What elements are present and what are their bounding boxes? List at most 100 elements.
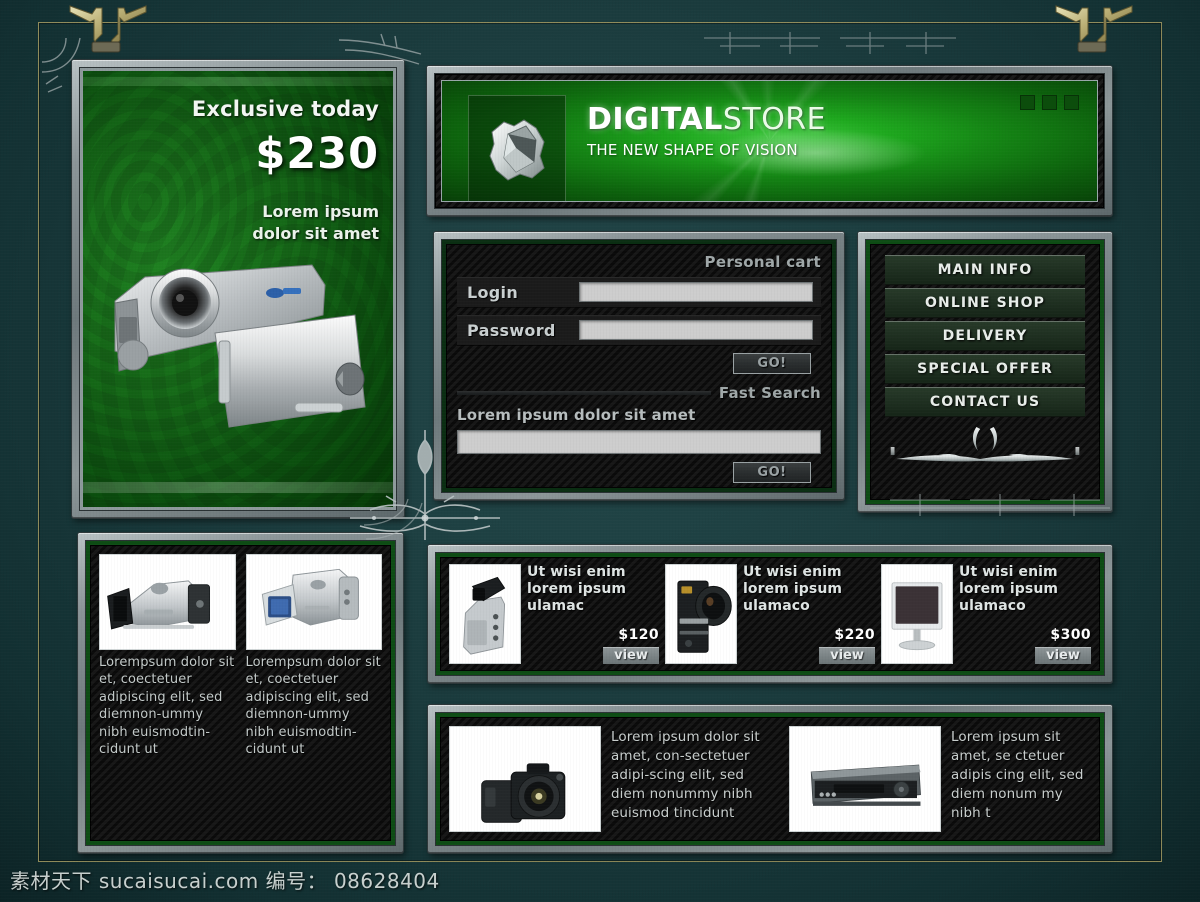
filigree-ornament-top-right-icon [700, 24, 960, 70]
desc-frame: Lorem ipsum dolor sit amet, con-sectetue… [436, 713, 1104, 845]
camcorder-open-lcd-icon [99, 554, 236, 650]
product-price: $300 [1050, 627, 1091, 643]
product-info: Ut wisi enim lorem ipsum ulamac $120 vie… [527, 564, 659, 664]
sidebar-item-main-info[interactable]: MAIN INFO [885, 255, 1085, 285]
header-square-3 [1064, 95, 1079, 110]
promo-price: $230 [255, 129, 379, 179]
description-text: Lorem ipsum sit amet, se ctetuer adipis … [951, 729, 1084, 821]
promo-text-block: Exclusive today $230 Lorem ipsum dolor s… [192, 97, 379, 244]
header-inner: DIGITALSTORE THE NEW SHAPE OF VISION [434, 73, 1105, 209]
menu-list: MAIN INFO ONLINE SHOP DELIVERY SPECIAL O… [885, 255, 1085, 417]
promo-title: Exclusive today [191, 97, 379, 121]
login-row: Login [457, 277, 821, 307]
password-row: Password [457, 315, 821, 345]
camcorder-silver-icon [97, 255, 393, 445]
login-go-row: GO! [457, 353, 821, 374]
ornamental-clamp-right-icon [1048, 0, 1138, 56]
camcorder-blue-lcd-icon [245, 554, 382, 650]
search-go-row: GO! [457, 462, 821, 483]
product-title: Ut wisi enim lorem ipsum ulamaco [959, 564, 1059, 615]
header-hatch-frame: DIGITALSTORE THE NEW SHAPE OF VISION [435, 74, 1104, 208]
product-info: Ut wisi enim lorem ipsum ulamaco $220 vi… [743, 564, 875, 664]
sidebar-item-delivery[interactable]: DELIVERY [885, 321, 1085, 351]
twocol-frame: Lorempsum dolor sit et, coectetuer adipi… [86, 541, 395, 845]
promo-subtitle-line2: dolor sit amet [252, 223, 379, 243]
video-camera-black-icon [665, 564, 737, 664]
silver-filigree-ornament-icon [885, 421, 1085, 473]
lcd-monitor-icon [881, 564, 953, 664]
personal-cart-panel: Personal cart Login Password GO! Fast Se… [434, 232, 844, 500]
fast-search-input[interactable] [457, 430, 821, 454]
description-panel: Lorem ipsum dolor sit amet, con-sectetue… [428, 705, 1112, 853]
promo-subtitle: Lorem ipsum dolor sit amet [192, 201, 379, 244]
header-square-1 [1020, 95, 1035, 110]
product-card[interactable]: Ut wisi enim lorem ipsum ulamaco $300 vi… [881, 564, 1091, 664]
site-header-banner: DIGITALSTORE THE NEW SHAPE OF VISION [427, 66, 1112, 216]
menu-body: MAIN INFO ONLINE SHOP DELIVERY SPECIAL O… [870, 244, 1100, 500]
product-title: Ut wisi enim lorem ipsum ulamaco [743, 564, 843, 615]
vcr-deck-icon [789, 726, 941, 832]
product-view-button[interactable]: view [1035, 647, 1091, 664]
product-card[interactable]: Ut wisi enim lorem ipsum ulamac $120 vie… [449, 564, 659, 664]
login-label: Login [467, 282, 519, 302]
search-go-button[interactable]: GO! [733, 462, 811, 483]
page-root: Exclusive today $230 Lorem ipsum dolor s… [0, 0, 1200, 902]
personal-cart-heading: Personal cart [704, 253, 821, 271]
header-title-block: DIGITALSTORE THE NEW SHAPE OF VISION [587, 105, 826, 160]
promo-panel[interactable]: Exclusive today $230 Lorem ipsum dolor s… [72, 60, 404, 518]
login-go-button[interactable]: GO! [733, 353, 811, 374]
list-item[interactable]: Lorempsum dolor sit et, coectetuer adipi… [99, 554, 236, 832]
products-frame: Ut wisi enim lorem ipsum ulamac $120 vie… [436, 553, 1104, 675]
login-input[interactable] [579, 282, 813, 302]
cart-frame: Personal cart Login Password GO! Fast Se… [442, 240, 836, 492]
promo-top-stripe [83, 77, 393, 86]
promo-frame: Exclusive today $230 Lorem ipsum dolor s… [80, 68, 396, 510]
list-item-description: Lorempsum dolor sit et, coectetuer adipi… [245, 655, 381, 758]
password-label: Password [467, 320, 556, 340]
cart-inner: Personal cart Login Password GO! Fast Se… [441, 239, 837, 493]
fast-search-divider-row: Fast Search [457, 384, 821, 402]
list-item-description: Lorempsum dolor sit et, coectetuer adipi… [99, 655, 235, 758]
sidebar-item-special-offer[interactable]: SPECIAL OFFER [885, 354, 1085, 384]
twocol-body: Lorempsum dolor sit et, coectetuer adipi… [90, 545, 391, 841]
menu-inner: MAIN INFO ONLINE SHOP DELIVERY SPECIAL O… [865, 239, 1105, 505]
sidebar-item-contact-us[interactable]: CONTACT US [885, 387, 1085, 417]
products-inner: Ut wisi enim lorem ipsum ulamac $120 vie… [435, 552, 1105, 676]
product-view-button[interactable]: view [603, 647, 659, 664]
dslr-camera-icon [449, 726, 601, 832]
promo-body: Exclusive today $230 Lorem ipsum dolor s… [83, 71, 393, 507]
twocol-inner: Lorempsum dolor sit et, coectetuer adipi… [85, 540, 396, 846]
products-body: Ut wisi enim lorem ipsum ulamac $120 vie… [440, 557, 1100, 671]
promo-bottom-stripe [83, 482, 393, 493]
brand-primary: DIGITAL [587, 102, 723, 137]
menu-frame: MAIN INFO ONLINE SHOP DELIVERY SPECIAL O… [866, 240, 1104, 504]
brand-title: DIGITALSTORE [587, 105, 826, 135]
header-square-2 [1042, 95, 1057, 110]
desc-body: Lorem ipsum dolor sit amet, con-sectetue… [440, 717, 1100, 841]
fast-search-heading: Fast Search [718, 384, 821, 402]
brand-tagline: THE NEW SHAPE OF VISION [587, 141, 798, 159]
desc-inner: Lorem ipsum dolor sit amet, con-sectetue… [435, 712, 1105, 846]
product-strip-panel: Ut wisi enim lorem ipsum ulamac $120 vie… [428, 545, 1112, 683]
logo-container[interactable] [468, 95, 566, 201]
header-green-field: DIGITALSTORE THE NEW SHAPE OF VISION [441, 80, 1098, 202]
watermark-text: 素材天下 sucaisucai.com 编号： 08628404 [10, 869, 440, 893]
product-price: $120 [618, 627, 659, 643]
main-navigation-panel: MAIN INFO ONLINE SHOP DELIVERY SPECIAL O… [858, 232, 1112, 512]
header-decor-squares [1020, 95, 1079, 110]
fast-search-hint: Lorem ipsum dolor sit amet [457, 406, 696, 424]
featured-items-panel: Lorempsum dolor sit et, coectetuer adipi… [78, 533, 403, 853]
product-info: Ut wisi enim lorem ipsum ulamaco $300 vi… [959, 564, 1091, 664]
product-price: $220 [834, 627, 875, 643]
list-item[interactable]: Lorempsum dolor sit et, coectetuer adipi… [245, 554, 382, 832]
product-card[interactable]: Ut wisi enim lorem ipsum ulamaco $220 vi… [665, 564, 875, 664]
ornamental-clamp-left-icon [62, 0, 152, 56]
password-input[interactable] [579, 320, 813, 340]
description-text: Lorem ipsum dolor sit amet, con-sectetue… [611, 729, 760, 821]
product-title: Ut wisi enim lorem ipsum ulamac [527, 564, 627, 615]
product-view-button[interactable]: view [819, 647, 875, 664]
gear-cube-logo-icon [489, 119, 545, 181]
camcorder-viewfinder-icon [449, 564, 521, 664]
sidebar-item-online-shop[interactable]: ONLINE SHOP [885, 288, 1085, 318]
cart-body: Personal cart Login Password GO! Fast Se… [446, 244, 832, 488]
